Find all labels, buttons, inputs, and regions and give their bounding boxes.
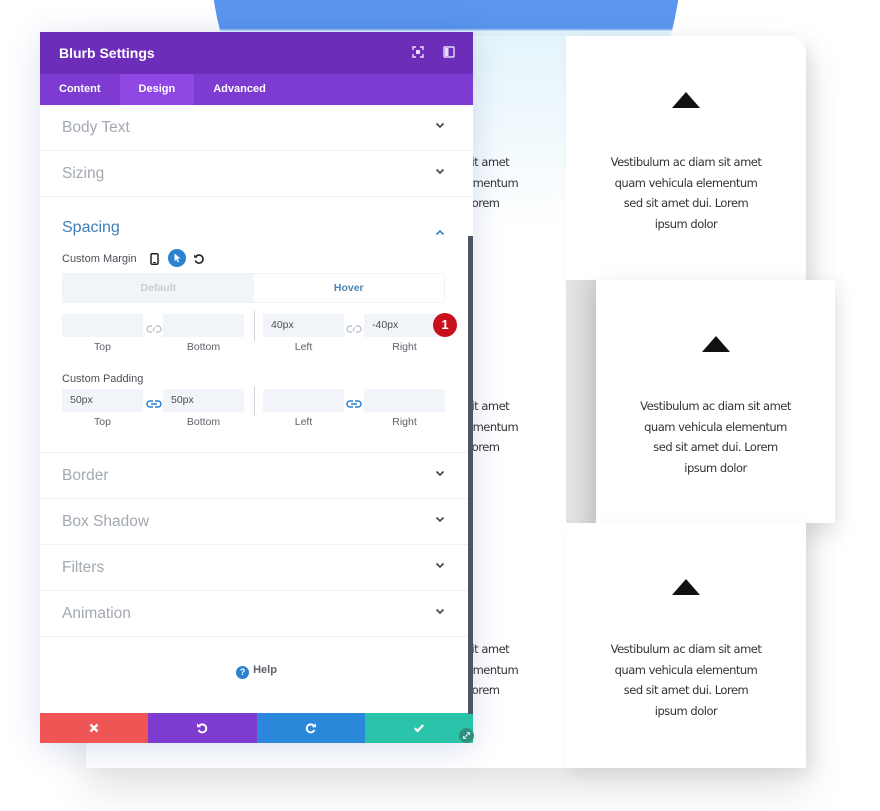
- triangle-up-icon: [701, 336, 730, 352]
- divider: [254, 311, 255, 341]
- chevron-down-icon[interactable]: [435, 121, 445, 132]
- section-title: Border: [62, 467, 109, 484]
- chevron-up-icon[interactable]: [435, 223, 445, 241]
- unlinked-icon[interactable]: [346, 321, 362, 333]
- padding-top-label: Top: [94, 416, 111, 428]
- chevron-down-icon[interactable]: [435, 469, 445, 480]
- section-box-shadow[interactable]: Box Shadow: [40, 499, 473, 545]
- divider: [254, 386, 255, 416]
- blurb-text: Vestibulum ac diam sit amet quam vehicul…: [640, 399, 791, 475]
- reset-icon[interactable]: [193, 252, 205, 270]
- panel-scrollbar[interactable]: [468, 236, 473, 714]
- help-icon: ?: [236, 666, 250, 679]
- section-title: Animation: [62, 605, 131, 622]
- blurb-text: Vestibulum ac diam sit amet quam vehicul…: [610, 642, 762, 718]
- save-button[interactable]: [364, 713, 473, 743]
- step-number-badge: 1: [433, 313, 457, 337]
- margin-top-input[interactable]: [62, 314, 143, 337]
- sidebar-layout-icon[interactable]: [442, 46, 456, 60]
- chevron-down-icon[interactable]: [435, 607, 445, 618]
- resize-icon: [462, 731, 471, 740]
- close-icon: [89, 723, 99, 733]
- panel-tabs: Content Design Advanced: [40, 74, 473, 105]
- blurb-card-right-top[interactable]: Vestibulum ac diam sit amet quam vehicul…: [566, 36, 806, 280]
- blurb-text-partial: sit amet ementum Lorem .: [466, 399, 519, 475]
- padding-bottom-label: Bottom: [186, 416, 221, 428]
- blurb-settings-panel: Blurb Settings Content Design Advanced B…: [40, 32, 473, 743]
- margin-bottom-label: Bottom: [186, 341, 221, 353]
- page-canvas: sit amet ementum Lorem . sit amet ementu…: [0, 0, 880, 811]
- custom-padding-label: Custom Padding: [62, 373, 144, 385]
- padding-right-input[interactable]: [364, 389, 445, 412]
- margin-top-label: Top: [94, 341, 111, 353]
- custom-margin-label: Custom Margin: [62, 253, 137, 265]
- help-link[interactable]: ? Help: [40, 664, 473, 679]
- tab-advanced[interactable]: Advanced: [194, 74, 285, 105]
- section-title: Body Text: [62, 119, 130, 136]
- panel-footer: [40, 713, 473, 743]
- focus-icon[interactable]: [411, 46, 425, 60]
- section-animation[interactable]: Animation: [40, 591, 473, 637]
- chevron-down-icon[interactable]: [435, 167, 445, 178]
- mobile-icon[interactable]: [150, 252, 159, 270]
- redo-icon: [305, 723, 316, 734]
- state-hover-button[interactable]: Hover: [253, 274, 444, 302]
- section-spacing: Spacing Custom Margin Default Hover Top …: [40, 197, 473, 453]
- section-title: Filters: [62, 559, 105, 576]
- undo-button[interactable]: [148, 713, 257, 743]
- panel-title: Blurb Settings: [59, 45, 155, 61]
- unlinked-icon[interactable]: [146, 321, 162, 333]
- tab-content[interactable]: Content: [40, 74, 120, 105]
- padding-bottom-input[interactable]: [163, 389, 244, 412]
- state-default-button[interactable]: Default: [63, 274, 254, 302]
- undo-icon: [197, 723, 208, 734]
- padding-left-input[interactable]: [263, 389, 344, 412]
- chevron-down-icon[interactable]: [435, 515, 445, 526]
- margin-bottom-input[interactable]: [163, 314, 244, 337]
- margin-right-label: Right: [392, 341, 417, 353]
- blurb-text: Vestibulum ac diam sit amet quam vehicul…: [610, 155, 762, 231]
- resize-handle[interactable]: [459, 728, 474, 743]
- hover-state-toggle: Default Hover: [62, 273, 445, 303]
- blurb-text-partial: sit amet ementum Lorem .: [466, 642, 519, 718]
- section-title[interactable]: Spacing: [62, 219, 120, 237]
- cancel-button[interactable]: [40, 713, 149, 743]
- linked-icon[interactable]: [346, 396, 362, 408]
- help-label: Help: [253, 664, 277, 676]
- section-title: Box Shadow: [62, 513, 150, 530]
- check-icon: [413, 724, 424, 733]
- margin-left-input[interactable]: [263, 314, 344, 337]
- section-body-text[interactable]: Body Text: [40, 105, 473, 151]
- triangle-up-icon: [672, 579, 700, 595]
- section-title: Sizing: [62, 165, 105, 182]
- padding-left-label: Left: [294, 416, 313, 428]
- padding-right-label: Right: [392, 416, 417, 428]
- panel-header[interactable]: Blurb Settings: [40, 32, 473, 74]
- margin-left-label: Left: [294, 341, 313, 353]
- section-sizing[interactable]: Sizing: [40, 151, 473, 197]
- cursor-hover-icon[interactable]: [168, 249, 186, 272]
- linked-icon[interactable]: [146, 396, 162, 408]
- tab-design[interactable]: Design: [119, 74, 195, 105]
- triangle-up-icon: [672, 92, 700, 108]
- chevron-down-icon[interactable]: [435, 561, 445, 572]
- section-filters[interactable]: Filters: [40, 545, 473, 591]
- padding-top-input[interactable]: [62, 389, 143, 412]
- blurb-text-partial: sit amet ementum Lorem .: [466, 155, 519, 231]
- redo-button[interactable]: [256, 713, 365, 743]
- blurb-card-offset-gap: [566, 280, 596, 523]
- blurb-card-right-bottom[interactable]: Vestibulum ac diam sit amet quam vehicul…: [566, 523, 806, 768]
- section-border[interactable]: Border: [40, 453, 473, 499]
- blurb-card-right-center-hovered[interactable]: Vestibulum ac diam sit amet quam vehicul…: [596, 280, 835, 523]
